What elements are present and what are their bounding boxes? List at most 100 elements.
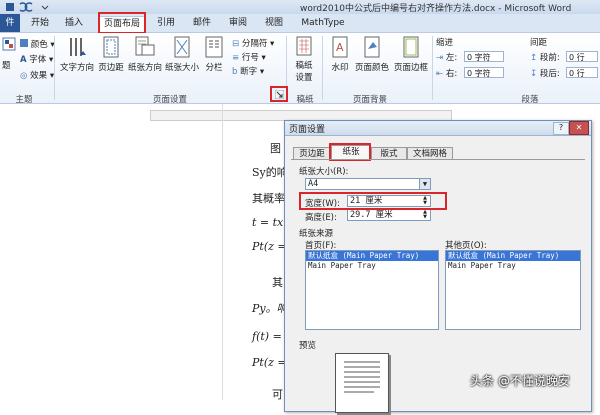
line-numbers-icon: ≡ [232,53,240,63]
draft-settings-button[interactable]: 稿纸 设置 [290,35,318,83]
paper-size-button[interactable]: 纸张大小 [164,35,200,73]
tab-file[interactable]: 件 [0,14,20,32]
height-spinner-icon[interactable]: ▲ ▼ [421,210,429,220]
columns-icon [205,36,223,58]
watermark-text: 头条 @不懂说晚安 [470,374,570,388]
list-item[interactable]: Main Paper Tray [306,261,438,271]
theme-colors-button[interactable]: 颜色 ▾ [20,38,55,50]
spacing-before-label: ↥ 段前: [530,53,560,63]
margins-icon [103,36,119,58]
ribbon-tab-bar: 件 开始 插入 页面布局 引用 邮件 审阅 视图 MathType [0,14,600,33]
first-page-listbox[interactable]: 默认纸盒 (Main Paper Tray) Main Paper Tray [305,250,439,330]
doc-text-line: 图 [270,142,281,155]
quick-access-toolbar [2,0,92,14]
theme-effects-button[interactable]: ◎ 效果 ▾ [20,69,54,81]
quick-access-icons[interactable] [2,0,92,14]
dialog-title: 页面设置 [289,125,326,135]
tab-references[interactable]: 引用 [152,16,180,31]
spacing-before-input[interactable]: 0 行 [566,51,598,62]
page-setup-dialog: 页面设置 ? ✕ 页边距 纸张 版式 文档网格 纸张大小(R): A4 ▼ 宽度… [284,120,592,413]
paper-size-icon [174,36,190,58]
spacing-after-icon: ↧ [530,69,538,79]
close-button[interactable]: ✕ [569,121,589,135]
doc-formula-line: f(t) = [252,330,282,343]
list-item[interactable]: 默认纸盒 (Main Paper Tray) [306,251,438,261]
draft-paper-icon [296,36,312,56]
ribbon: 题 颜色 ▾ A 字体 ▾ ◎ 效果 ▾ 主题 文字方向 页边距 纸张方向 纸张… [0,33,600,105]
spacing-label: 间距 [530,38,548,48]
doc-formula-line: Pt(z = [252,356,287,369]
page-margin-guide [222,104,223,400]
highlight-page-layout-tab [98,12,146,34]
tab-mailings[interactable]: 邮件 [188,16,216,31]
text-direction-icon [70,38,86,56]
orientation-button[interactable]: 纸张方向 [128,35,162,73]
hyphenation-icon: b [232,67,238,77]
list-item[interactable]: 默认纸盒 (Main Paper Tray) [446,251,580,261]
indent-label: 缩进 [436,38,454,48]
page-color-button[interactable]: 页面颜色 [354,35,390,73]
page-preview-lines-icon [344,361,380,393]
dialog-title-bar[interactable]: 页面设置 ? ✕ [285,121,591,136]
indent-left-input[interactable]: 0 字符 [464,51,504,62]
group-separator [54,36,55,100]
tab-insert[interactable]: 插入 [60,16,88,31]
page-color-icon [364,36,380,58]
highlight-width-field [299,192,447,210]
height-input[interactable]: 29.7 厘米 [347,209,431,221]
paper-size-select[interactable]: A4 ▼ [305,178,431,190]
themes-label: 题 [2,61,11,71]
doc-text-line: 其概率 [252,192,285,205]
indent-left-icon: ⇥ [436,53,444,63]
tab-mathtype[interactable]: MathType [298,16,348,31]
breaks-icon: ⊟ [232,39,240,49]
paper-size-value: A4 [308,179,319,189]
spacing-after-label: ↧ 段后: [530,69,560,79]
indent-left-label: ⇥ 左: [436,53,458,63]
margins-button[interactable]: 页边距 [96,35,126,73]
indent-right-input[interactable]: 0 字符 [464,67,504,78]
list-item[interactable]: Main Paper Tray [446,261,580,271]
preview-label: 预览 [299,341,317,351]
tab-panel-border [291,159,585,160]
palette-icon [20,39,28,47]
page-borders-button[interactable]: 页面边框 [392,35,430,73]
title-bar: word2010中公式后中编号右对齐操作方法.docx - Microsoft … [0,0,600,14]
highlight-dialog-launcher [270,86,288,102]
theme-fonts-button[interactable]: A 字体 ▾ [20,53,53,65]
group-separator [432,36,433,100]
themes-icon[interactable] [2,37,16,51]
paper-size-label: 纸张大小(R): [299,167,349,177]
hyphenation-button[interactable]: b 断字 ▾ [232,65,264,77]
chevron-down-icon[interactable]: ▼ [419,179,430,189]
tab-review[interactable]: 审阅 [224,16,252,31]
text-direction-button[interactable]: 文字方向 [60,35,94,73]
group-separator [322,36,323,100]
height-label: 高度(E): [305,213,337,223]
page-preview [335,353,389,413]
doc-formula-line: Pt(z = [252,240,287,253]
orientation-icon [135,36,155,56]
tab-view[interactable]: 视图 [260,16,288,31]
watermark-icon: A [332,36,348,58]
doc-text-line: Py。响 [252,302,288,315]
tab-home[interactable]: 开始 [26,16,54,31]
help-button[interactable]: ? [553,122,569,135]
svg-text:A: A [336,41,344,54]
effects-icon: ◎ [20,71,28,81]
indent-right-label: ⇤ 右: [436,69,458,79]
paper-source-label: 纸张来源 [299,229,334,239]
line-numbers-button[interactable]: ≡ 行号 ▾ [232,51,266,63]
window-title: word2010中公式后中编号右对齐操作方法.docx - Microsoft … [300,4,572,14]
breaks-button[interactable]: ⊟ 分隔符 ▾ [232,37,274,49]
spacing-after-input[interactable]: 0 行 [566,67,598,78]
doc-text-line: Sy的响 [252,166,288,179]
fonts-icon: A [20,55,27,65]
spacing-before-icon: ↥ [530,53,538,63]
columns-button[interactable]: 分栏 [202,35,226,73]
page-borders-icon [403,36,419,58]
indent-right-icon: ⇤ [436,69,444,79]
other-pages-listbox[interactable]: 默认纸盒 (Main Paper Tray) Main Paper Tray [445,250,581,330]
doc-text-line: 其 [272,276,283,289]
watermark-button[interactable]: A 水印 [326,35,354,73]
